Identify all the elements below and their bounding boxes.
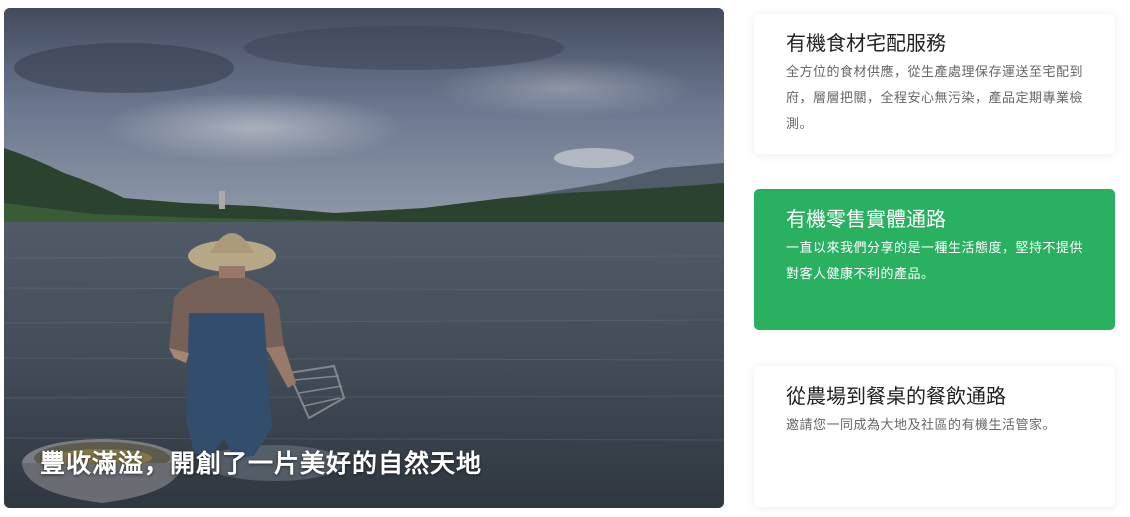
hero-banner-image: 豐收滿溢，開創了一片美好的自然天地 (4, 8, 724, 508)
page: 豐收滿溢，開創了一片美好的自然天地 有機食材宅配服務 全方位的食材供應，從生產處… (0, 0, 1130, 517)
card-description: 邀請您一同成為大地及社區的有機生活管家。 (786, 418, 1057, 433)
card-title: 有機零售實體通路 (786, 207, 946, 231)
card-title: 從農場到餐桌的餐飲通路 (786, 384, 1006, 408)
card-description: 一直以來我們分享的是一種生活態度，堅持不提供對客人健康不利的產品。 (786, 241, 1084, 282)
card-organic-delivery[interactable]: 有機食材宅配服務 全方位的食材供應，從生產處理保存運送至宅配到府，層層把關，全程… (754, 14, 1115, 154)
hero-caption: 豐收滿溢，開創了一片美好的自然天地 (40, 449, 483, 478)
card-farm-to-table[interactable]: 從農場到餐桌的餐飲通路 邀請您一同成為大地及社區的有機生活管家。 (754, 366, 1115, 507)
card-title: 有機食材宅配服務 (786, 31, 946, 55)
card-description: 全方位的食材供應，從生產處理保存運送至宅配到府，層層把關，全程安心無污染，產品定… (786, 65, 1084, 132)
card-organic-retail[interactable]: 有機零售實體通路 一直以來我們分享的是一種生活態度，堅持不提供對客人健康不利的產… (754, 189, 1115, 330)
fisherman-landscape-photo (4, 8, 724, 508)
